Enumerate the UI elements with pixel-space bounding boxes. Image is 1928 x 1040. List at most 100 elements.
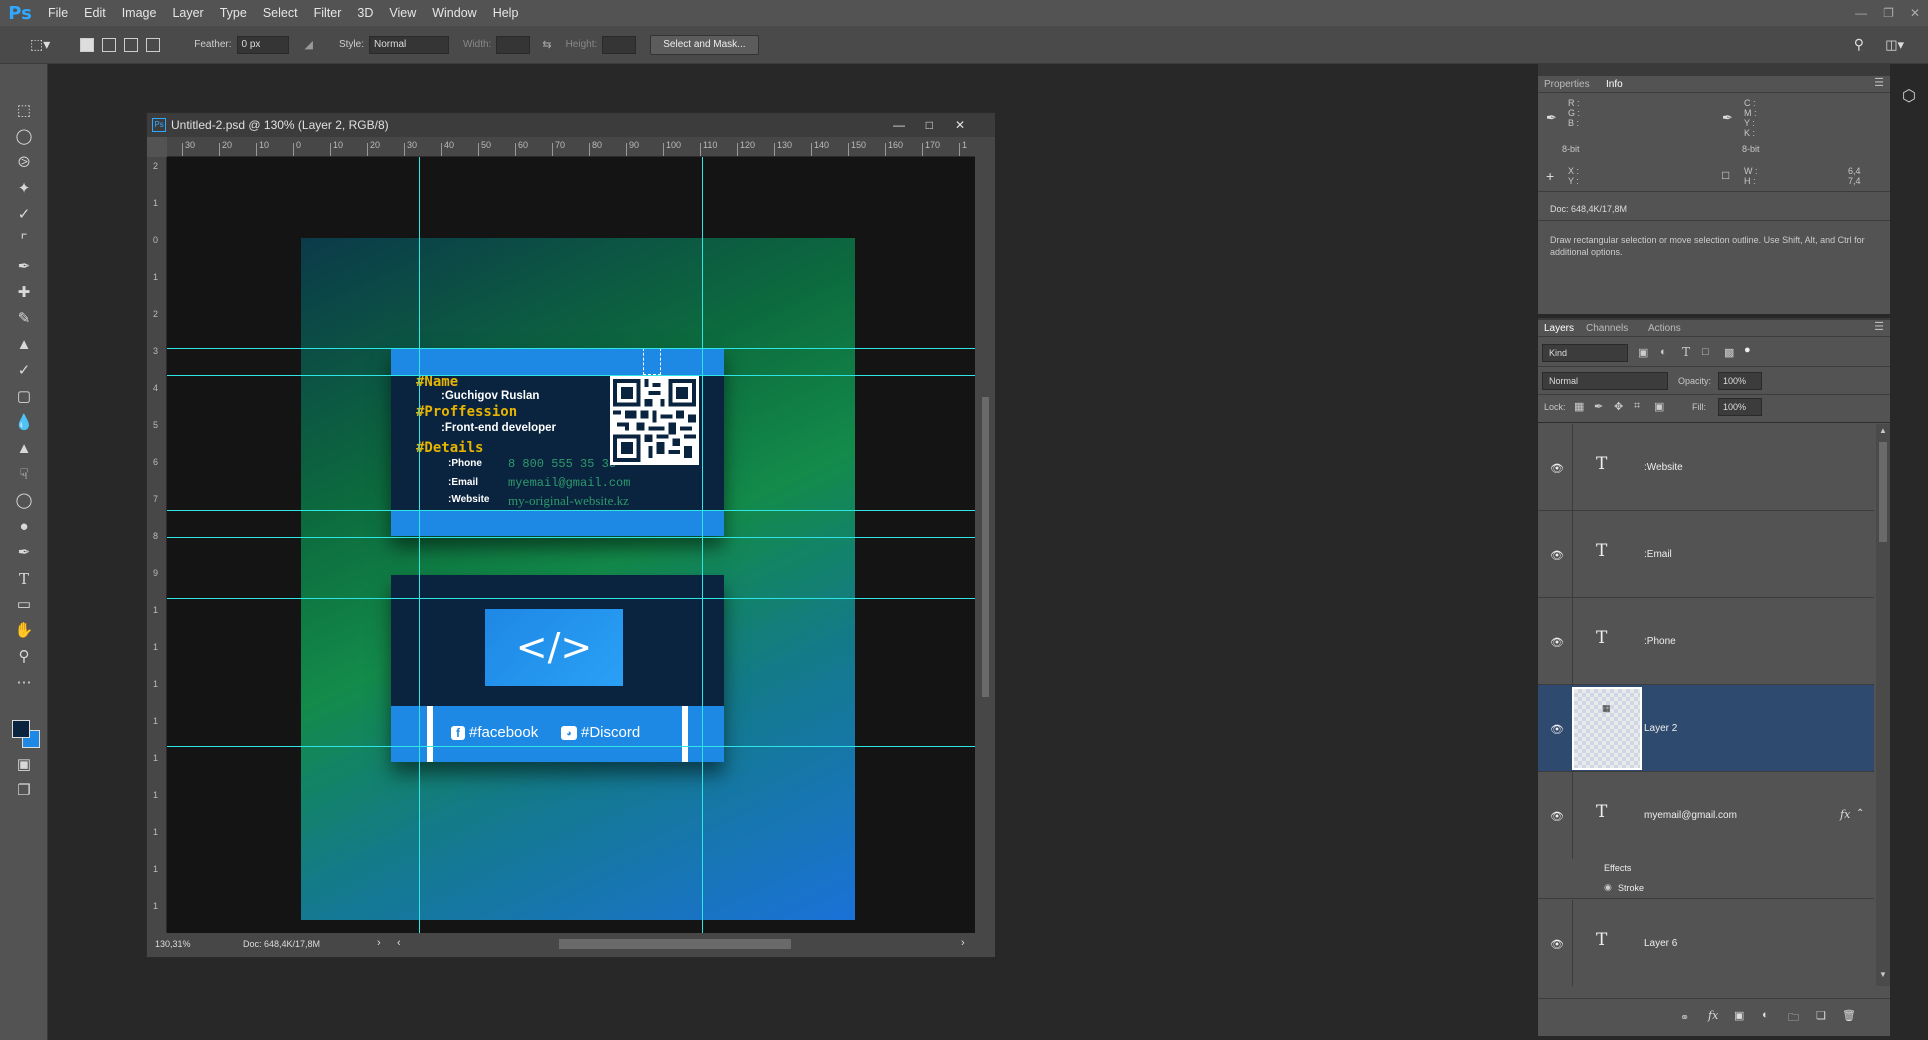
layer-name[interactable]: :Phone [1644, 636, 1676, 647]
tab-channels[interactable]: Channels [1586, 323, 1628, 334]
workspace-icon[interactable]: ◫▾ [1885, 37, 1904, 53]
add-mask-icon[interactable]: ▣ [1734, 1009, 1744, 1022]
crop-icon[interactable]: ⌜ [12, 230, 36, 252]
visibility-eye-icon[interactable]: 👁 [1550, 462, 1564, 475]
menu-image[interactable]: Image [114, 0, 165, 26]
width-input[interactable] [496, 35, 531, 54]
lock-artboard-icon[interactable]: ⌗ [1634, 400, 1640, 413]
subtract-selection-icon[interactable] [124, 37, 139, 52]
layer-name[interactable]: :Email [1644, 549, 1672, 560]
menu-view[interactable]: View [381, 0, 424, 26]
more-tools-icon[interactable]: ⋯ [12, 672, 36, 694]
menu-file[interactable]: File [40, 0, 76, 26]
layer-name[interactable]: Layer 6 [1644, 938, 1677, 949]
guide-vertical-1[interactable] [419, 157, 420, 933]
minimize-icon[interactable]: — [1855, 6, 1867, 20]
new-group-icon[interactable]: 🗀 [1788, 1009, 1799, 1028]
menu-layer[interactable]: Layer [164, 0, 211, 26]
opacity-input[interactable]: 100% [1718, 372, 1762, 390]
tab-properties[interactable]: Properties [1544, 79, 1590, 90]
foreground-color-swatch[interactable] [12, 720, 30, 738]
guide-horizontal-4[interactable] [167, 537, 975, 538]
visibility-eye-icon[interactable]: 👁 [1550, 810, 1564, 823]
scroll-left-icon[interactable]: ‹ [397, 937, 401, 949]
swap-icon[interactable]: ⇆ [542, 38, 551, 51]
quick-selection-icon[interactable]: ✓ [12, 204, 36, 226]
doc-minimize-icon[interactable]: — [893, 113, 905, 137]
menu-edit[interactable]: Edit [76, 0, 114, 26]
document-title-bar[interactable]: Ps Untitled-2.psd @ 130% (Layer 2, RGB/8… [147, 113, 995, 137]
vertical-scroll-thumb[interactable] [982, 397, 989, 697]
guide-horizontal-5[interactable] [167, 598, 975, 599]
new-layer-icon[interactable]: ❏ [1816, 1009, 1826, 1022]
dodge-icon[interactable]: ◯ [12, 490, 36, 512]
marquee-tool-preset-icon[interactable]: ⬚▾ [30, 36, 50, 53]
stamp-icon[interactable]: ▲ [12, 334, 36, 356]
add-style-fx-icon[interactable]: fx [1708, 1009, 1718, 1022]
status-arrow-icon[interactable]: › [377, 937, 381, 949]
smudge-icon[interactable]: ☟ [12, 464, 36, 486]
marquee-selection[interactable] [643, 348, 661, 375]
lasso-icon[interactable]: ⧁ [12, 152, 36, 174]
layer-row-website[interactable]: 👁 T :Website [1538, 424, 1874, 511]
horizontal-scroll-thumb[interactable] [559, 939, 791, 949]
menu-window[interactable]: Window [424, 0, 484, 26]
filter-toggle-icon[interactable]: ● [1744, 344, 1751, 356]
3d-cube-icon[interactable]: ⬡ [1902, 86, 1916, 106]
tab-info[interactable]: Info [1606, 79, 1623, 90]
menu-help[interactable]: Help [485, 0, 527, 26]
doc-maximize-icon[interactable]: □ [926, 113, 933, 137]
menu-type[interactable]: Type [212, 0, 255, 26]
select-and-mask-button[interactable]: Select and Mask... [650, 34, 759, 55]
filter-pixel-icon[interactable]: ▣ [1638, 346, 1648, 359]
brush-icon[interactable]: ✎ [12, 308, 36, 330]
rectangle-tool-icon[interactable]: ▭ [12, 594, 36, 616]
intersect-selection-icon[interactable] [146, 37, 161, 52]
quick-mask-icon[interactable]: ▣ [12, 754, 36, 776]
delete-layer-icon[interactable]: 🗑 [1842, 1009, 1856, 1022]
search-icon[interactable]: ⚲ [1854, 36, 1864, 53]
pen-icon[interactable]: ✒ [12, 542, 36, 564]
guide-horizontal-3[interactable] [167, 510, 975, 511]
layers-scrollbar[interactable]: ▲ ▼ [1876, 424, 1890, 986]
lock-transparent-icon[interactable]: ▦ [1574, 400, 1584, 413]
guide-horizontal-2[interactable] [167, 375, 975, 376]
guide-horizontal-1[interactable] [167, 348, 975, 349]
filter-smart-object-icon[interactable]: ▩ [1724, 346, 1734, 359]
blend-mode-select[interactable]: Normal [1542, 372, 1668, 390]
layer-name[interactable]: myemail@gmail.com [1644, 810, 1737, 821]
gradient-icon[interactable]: ▢ [12, 386, 36, 408]
style-select[interactable]: Normal [369, 35, 449, 54]
doc-close-icon[interactable]: ✕ [955, 113, 965, 137]
layer-row-email-value[interactable]: 👁 T myemail@gmail.com fx ⌃ [1538, 772, 1874, 859]
fill-input[interactable]: 100% [1718, 398, 1762, 416]
screen-mode-icon[interactable]: ❐ [12, 780, 36, 802]
lock-position-icon[interactable]: ✥ [1614, 400, 1623, 413]
hand-icon[interactable]: ✋ [12, 620, 36, 642]
filter-adjustment-icon[interactable]: ◐ [1660, 346, 1667, 358]
layer-name[interactable]: :Website [1644, 462, 1683, 473]
new-selection-icon[interactable] [80, 37, 95, 52]
scroll-right-icon[interactable]: › [961, 937, 965, 949]
horizontal-ruler[interactable]: 30 20 10 0 10 20 30 40 50 60 70 80 90 100 110 120 130 140… [167, 137, 975, 157]
feather-input[interactable]: 0 px [236, 35, 289, 54]
magic-wand-icon[interactable]: ✦ [12, 178, 36, 200]
zoom-level[interactable]: 130,31% [155, 939, 191, 949]
type-tool-icon[interactable]: T [12, 568, 36, 590]
adjustment-layer-icon[interactable]: ◐ [1762, 1009, 1769, 1021]
guide-horizontal-6[interactable] [167, 746, 975, 747]
link-layers-icon[interactable]: ⚭ [1680, 1011, 1689, 1024]
layers-scroll-thumb[interactable] [1879, 442, 1887, 542]
stroke-effect-row[interactable]: ◉ Stroke [1538, 879, 1874, 899]
layers-menu-icon[interactable]: ☰ [1874, 320, 1884, 333]
menu-select[interactable]: Select [255, 0, 306, 26]
eyedropper-icon[interactable]: ✒ [12, 256, 36, 278]
business-card-front[interactable]: #Name :Guchigov Ruslan #Proffession :Fro… [391, 348, 724, 536]
lock-all-icon[interactable]: ▣ [1654, 400, 1664, 413]
visibility-eye-icon[interactable]: 👁 [1550, 723, 1564, 736]
anti-alias-icon[interactable]: ◢ [305, 38, 313, 51]
sponge-icon[interactable]: ● [12, 516, 36, 538]
restore-icon[interactable]: ❐ [1883, 6, 1894, 20]
filter-type-icon[interactable]: T [1682, 345, 1690, 359]
lock-pixels-icon[interactable]: ✒ [1594, 400, 1603, 413]
